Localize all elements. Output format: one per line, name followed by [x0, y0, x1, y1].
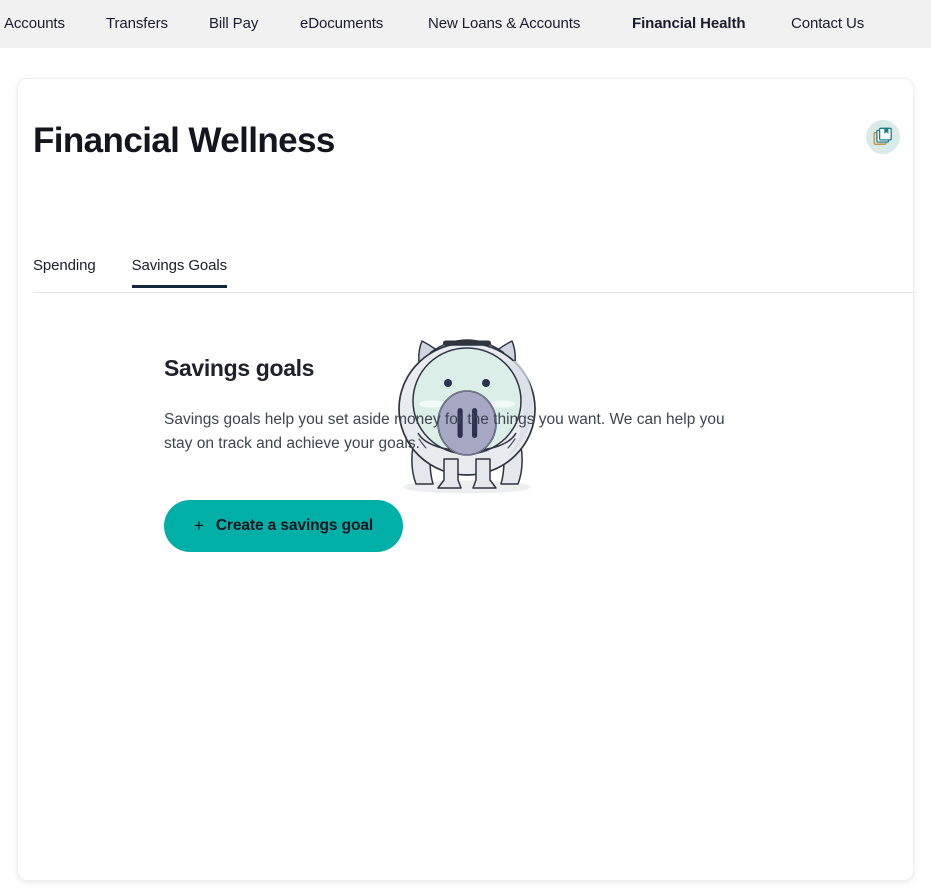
nav-item-transfers[interactable]: Transfers — [106, 0, 168, 48]
nav-item-new-loans-and-accounts[interactable]: New Loans & Accounts — [428, 0, 580, 48]
page-title: Financial Wellness — [33, 121, 335, 160]
nav-item-accounts[interactable]: Accounts — [4, 0, 65, 48]
nav-item-contact-us[interactable]: Contact Us — [791, 0, 864, 48]
nav-item-label: Accounts — [4, 15, 65, 32]
empty-state-content: Savings goals Savings goals help you set… — [164, 355, 784, 552]
create-savings-goal-label: Create a savings goal — [215, 517, 374, 534]
nav-item-edocuments[interactable]: eDocuments — [300, 0, 383, 48]
nav-item-label: Bill Pay — [209, 15, 259, 32]
plus-icon: + — [194, 515, 204, 535]
tab-savings-goals[interactable]: Savings Goals — [131, 257, 228, 288]
nav-item-label: Contact Us — [791, 15, 865, 32]
tab-label: Spending — [33, 257, 96, 274]
financial-wellness-card: Financial Wellness Spending Savings Goal… — [17, 78, 915, 881]
create-savings-goal-button[interactable]: + Create a savings goal — [164, 500, 404, 552]
section-heading: Savings goals — [164, 355, 315, 381]
nav-item-financial-health[interactable]: Financial Health — [632, 0, 746, 48]
tab-label: Savings Goals — [131, 257, 228, 274]
tab-spending[interactable]: Spending — [33, 257, 96, 288]
nav-item-label: Transfers — [106, 15, 168, 32]
nav-item-label: New Loans & Accounts — [428, 15, 581, 32]
tab-bar: Spending Savings Goals — [33, 257, 915, 293]
library-books-icon — [873, 127, 893, 147]
library-books-icon-button[interactable] — [866, 120, 900, 154]
empty-state-description: Savings goals help you set aside money f… — [164, 411, 725, 452]
nav-item-label: Financial Health — [632, 15, 746, 32]
nav-item-label: eDocuments — [300, 15, 384, 32]
top-navigation-bar: Accounts Transfers Bill Pay eDocuments N… — [0, 0, 931, 48]
nav-item-bill-pay[interactable]: Bill Pay — [209, 0, 258, 48]
